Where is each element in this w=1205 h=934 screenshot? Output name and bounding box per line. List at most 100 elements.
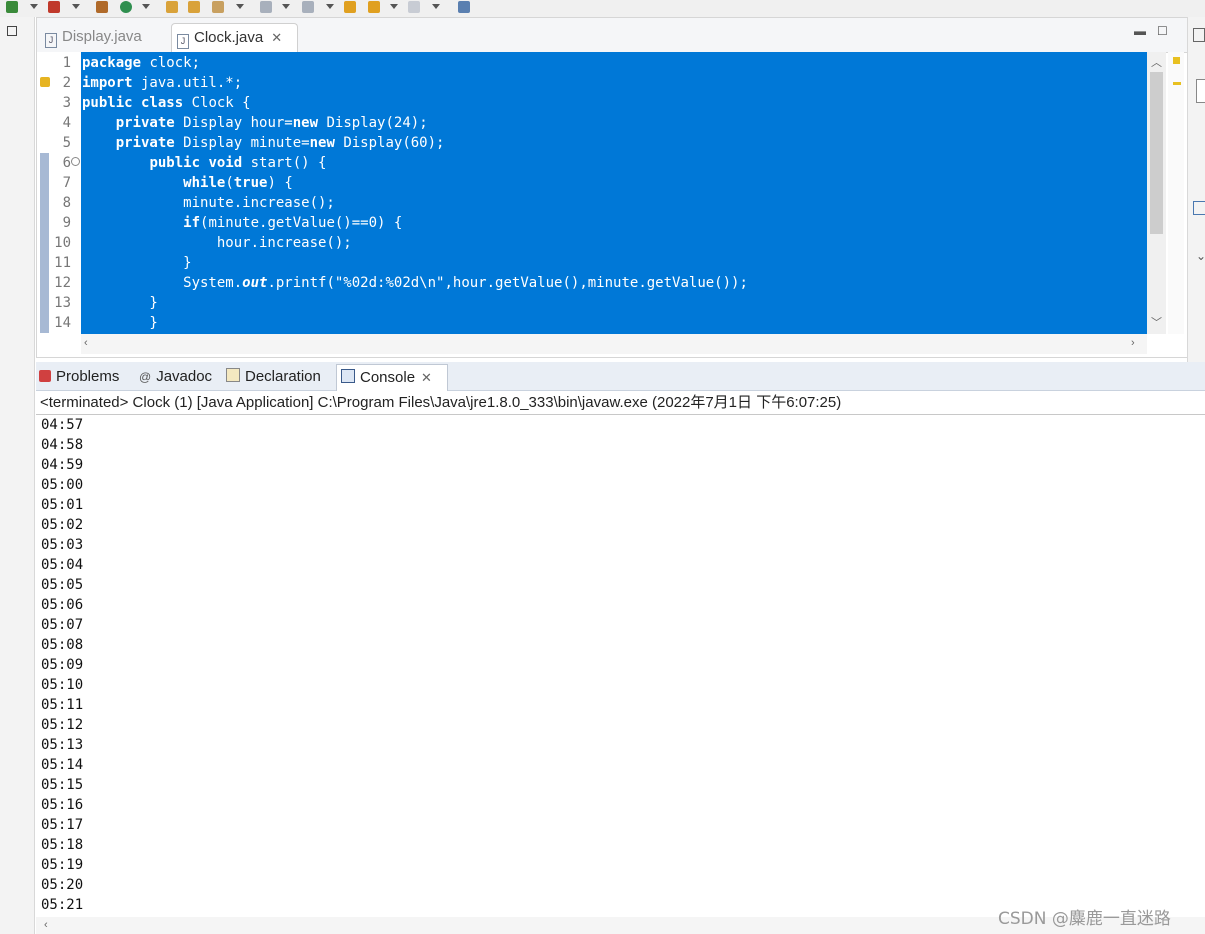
code-keyword: public class bbox=[82, 95, 184, 111]
code-keyword: public void bbox=[149, 155, 243, 171]
scroll-thumb[interactable] bbox=[1150, 72, 1163, 234]
line-number: 4 bbox=[62, 115, 71, 131]
code-line[interactable]: import java.util.*; bbox=[82, 73, 242, 93]
code-line[interactable]: package clock; bbox=[82, 53, 200, 73]
code-token: System. bbox=[82, 275, 243, 291]
code-line[interactable]: System.out.printf("%02d:%02d\n",hour.get… bbox=[82, 273, 748, 293]
tab-problems[interactable]: Problems bbox=[39, 364, 133, 390]
scroll-down-icon[interactable]: ﹀ bbox=[1151, 314, 1162, 330]
dropdown-arrow-icon[interactable] bbox=[236, 4, 244, 9]
dropdown-arrow-icon[interactable] bbox=[30, 4, 38, 9]
restore-icon[interactable] bbox=[7, 26, 17, 36]
scroll-left-icon[interactable]: ‹ bbox=[84, 337, 88, 349]
code-token: Display minute= bbox=[174, 135, 310, 151]
output-line: 05:02 bbox=[41, 517, 84, 533]
close-tab-icon[interactable]: ✕ bbox=[271, 30, 282, 45]
fold-toggle-icon[interactable] bbox=[71, 157, 80, 166]
editor-area: J Display.java J Clock.java ✕ ▬ ☐ 123456789… bbox=[36, 17, 1188, 358]
dropdown-arrow-icon[interactable] bbox=[142, 4, 150, 9]
output-line: 05:16 bbox=[41, 797, 84, 813]
debug-icon[interactable] bbox=[48, 1, 60, 13]
scroll-right-icon[interactable]: › bbox=[1131, 337, 1135, 349]
chevron-down-icon[interactable]: ⌄ bbox=[1196, 249, 1205, 263]
code-keyword: if bbox=[183, 215, 201, 231]
editor-vertical-scrollbar[interactable]: ︿ ﹀ bbox=[1147, 52, 1166, 334]
output-line: 05:09 bbox=[41, 657, 84, 673]
dropdown-arrow-icon[interactable] bbox=[432, 4, 440, 9]
code-line[interactable]: if(minute.getValue()==0) { bbox=[82, 213, 402, 233]
code-line[interactable]: private Display minute=new Display(60); bbox=[82, 133, 445, 153]
tab-declaration[interactable]: Declaration bbox=[226, 364, 334, 390]
forward-icon[interactable] bbox=[408, 1, 420, 13]
warning-marker-icon[interactable] bbox=[1173, 82, 1181, 85]
dropdown-arrow-icon[interactable] bbox=[72, 4, 80, 9]
code-line[interactable]: public class Clock { bbox=[82, 93, 251, 113]
code-line[interactable]: } bbox=[82, 253, 192, 273]
warning-icon[interactable] bbox=[40, 77, 50, 87]
last-edit-icon[interactable] bbox=[344, 1, 356, 13]
code-line[interactable]: } bbox=[82, 313, 157, 333]
output-line: 05:03 bbox=[41, 537, 84, 553]
tab-console[interactable]: Console ✕ bbox=[336, 364, 448, 391]
dropdown-arrow-icon[interactable] bbox=[326, 4, 334, 9]
maximize-icon[interactable]: ☐ bbox=[1157, 24, 1168, 38]
declaration-icon bbox=[226, 368, 240, 382]
output-line: 05:14 bbox=[41, 757, 84, 773]
output-line: 05:01 bbox=[41, 497, 84, 513]
line-number-ruler: 1 2 3 4 5 6 7 8 9 10 11 12 13 14 bbox=[37, 52, 81, 334]
code-token: } bbox=[82, 295, 158, 311]
code-line[interactable]: } bbox=[82, 293, 158, 313]
scroll-left-icon[interactable]: ‹ bbox=[44, 919, 48, 931]
tab-clock-java[interactable]: J Clock.java ✕ bbox=[171, 23, 298, 52]
warning-marker-icon[interactable] bbox=[1173, 57, 1180, 64]
open-type-icon[interactable] bbox=[188, 1, 200, 13]
minimize-icon[interactable]: ▬ bbox=[1134, 24, 1146, 38]
maximize-perspective-icon[interactable] bbox=[458, 1, 470, 13]
code-line[interactable]: private Display hour=new Display(24); bbox=[82, 113, 428, 133]
code-token: ( bbox=[225, 175, 234, 191]
close-tab-icon[interactable]: ✕ bbox=[421, 370, 432, 385]
output-line: 05:11 bbox=[41, 697, 84, 713]
console-icon bbox=[341, 369, 355, 383]
output-line: 05:18 bbox=[41, 837, 84, 853]
new-class-icon[interactable] bbox=[120, 1, 132, 13]
output-line: 04:57 bbox=[41, 417, 84, 433]
task-list-icon[interactable] bbox=[1196, 79, 1205, 103]
hierarchy-icon[interactable] bbox=[1193, 201, 1205, 215]
change-bar bbox=[40, 153, 49, 333]
outline-icon[interactable] bbox=[1193, 28, 1205, 42]
code-token: Display(24); bbox=[318, 115, 428, 131]
overview-ruler bbox=[1168, 52, 1184, 334]
editor-horizontal-scrollbar[interactable]: ‹ › bbox=[81, 334, 1147, 354]
new-icon[interactable] bbox=[6, 1, 18, 13]
code-text-selected[interactable]: package clock; import java.util.*; public … bbox=[81, 52, 1147, 334]
tab-javadoc[interactable]: @ Javadoc bbox=[139, 364, 219, 390]
output-line: 05:19 bbox=[41, 857, 84, 873]
search-icon[interactable] bbox=[212, 1, 224, 13]
tab-display-java[interactable]: J Display.java bbox=[43, 23, 167, 51]
console-output[interactable]: 04:57 04:58 04:59 05:00 05:01 05:02 05:03 05:04… bbox=[41, 415, 83, 915]
package-icon[interactable] bbox=[96, 1, 108, 13]
javadoc-icon: @ bbox=[139, 370, 152, 384]
code-line[interactable]: while(true) { bbox=[82, 173, 293, 193]
code-keyword: private bbox=[115, 135, 175, 151]
code-token: } bbox=[82, 255, 192, 271]
code-line[interactable]: public void start() { bbox=[82, 153, 326, 173]
previous-annotation-icon[interactable] bbox=[302, 1, 314, 13]
dropdown-arrow-icon[interactable] bbox=[390, 4, 398, 9]
dropdown-arrow-icon[interactable] bbox=[282, 4, 290, 9]
output-line: 05:07 bbox=[41, 617, 84, 633]
open-folder-icon[interactable] bbox=[166, 1, 178, 13]
code-line[interactable]: hour.increase(); bbox=[82, 233, 352, 253]
code-line[interactable]: minute.increase(); bbox=[82, 193, 335, 213]
scroll-up-icon[interactable]: ︿ bbox=[1151, 54, 1162, 70]
bottom-tab-bar: Problems @ Javadoc Declaration Console ✕ bbox=[36, 362, 1205, 391]
next-annotation-icon[interactable] bbox=[260, 1, 272, 13]
editor-tab-bar: J Display.java J Clock.java ✕ ▬ ☐ bbox=[37, 18, 1187, 53]
code-keyword: package bbox=[82, 55, 142, 71]
back-icon[interactable] bbox=[368, 1, 380, 13]
code-token: start() { bbox=[242, 155, 327, 171]
